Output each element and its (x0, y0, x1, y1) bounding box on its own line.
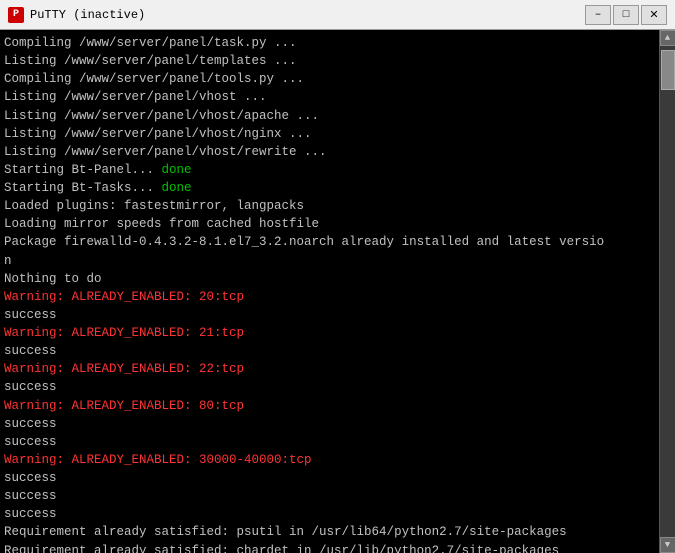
terminal-line: Warning: ALREADY_ENABLED: 21:tcp (4, 324, 655, 342)
terminal-line: success (4, 306, 655, 324)
terminal-line: Starting Bt-Panel... done (4, 161, 655, 179)
terminal-line: success (4, 487, 655, 505)
terminal-line: success (4, 378, 655, 396)
terminal-output[interactable]: Compiling /www/server/panel/task.py ...L… (0, 30, 659, 553)
scroll-thumb[interactable] (661, 50, 675, 90)
title-bar: P PuTTY (inactive) – □ ✕ (0, 0, 675, 30)
scrollbar[interactable]: ▲ ▼ (659, 30, 675, 553)
terminal-line: Listing /www/server/panel/vhost/apache .… (4, 107, 655, 125)
app-icon: P (8, 7, 24, 23)
terminal-line: Warning: ALREADY_ENABLED: 22:tcp (4, 360, 655, 378)
terminal-line: Listing /www/server/panel/templates ... (4, 52, 655, 70)
minimize-button[interactable]: – (585, 5, 611, 25)
terminal-line: Warning: ALREADY_ENABLED: 20:tcp (4, 288, 655, 306)
terminal-line: Listing /www/server/panel/vhost ... (4, 88, 655, 106)
terminal-line: Compiling /www/server/panel/task.py ... (4, 34, 655, 52)
close-button[interactable]: ✕ (641, 5, 667, 25)
terminal-line: Warning: ALREADY_ENABLED: 30000-40000:tc… (4, 451, 655, 469)
terminal-line: Starting Bt-Tasks... done (4, 179, 655, 197)
terminal-line: n (4, 252, 655, 270)
terminal-line: Requirement already satisfied: chardet i… (4, 542, 655, 553)
window-controls[interactable]: – □ ✕ (585, 5, 667, 25)
terminal-line: success (4, 469, 655, 487)
scroll-track[interactable] (660, 46, 675, 537)
maximize-button[interactable]: □ (613, 5, 639, 25)
terminal-line: Requirement already satisfied: psutil in… (4, 523, 655, 541)
terminal-wrapper: Compiling /www/server/panel/task.py ...L… (0, 30, 675, 553)
terminal-line: success (4, 433, 655, 451)
terminal-line: Listing /www/server/panel/vhost/nginx ..… (4, 125, 655, 143)
terminal-line: Loaded plugins: fastestmirror, langpacks (4, 197, 655, 215)
terminal-line: success (4, 505, 655, 523)
scroll-down-arrow[interactable]: ▼ (660, 537, 675, 553)
terminal-line: Nothing to do (4, 270, 655, 288)
window-title: PuTTY (inactive) (30, 8, 585, 22)
terminal-line: Warning: ALREADY_ENABLED: 80:tcp (4, 397, 655, 415)
scroll-up-arrow[interactable]: ▲ (660, 30, 675, 46)
terminal-line: Compiling /www/server/panel/tools.py ... (4, 70, 655, 88)
terminal-line: success (4, 342, 655, 360)
terminal-line: success (4, 415, 655, 433)
terminal-line: Loading mirror speeds from cached hostfi… (4, 215, 655, 233)
terminal-line: Listing /www/server/panel/vhost/rewrite … (4, 143, 655, 161)
terminal-line: Package firewalld-0.4.3.2-8.1.el7_3.2.no… (4, 233, 655, 251)
